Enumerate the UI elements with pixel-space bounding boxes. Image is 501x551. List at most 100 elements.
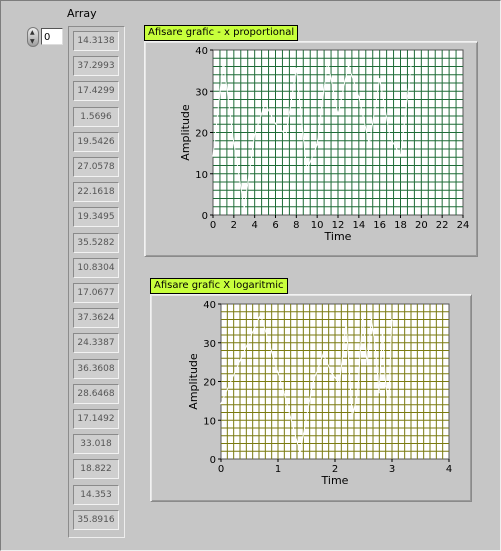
graph2-data-point — [378, 391, 380, 394]
increment-arrow-icon[interactable]: ▲ — [30, 30, 35, 36]
graph2-y-tick-label: 10 — [203, 416, 216, 427]
graph2-data-point — [345, 320, 348, 323]
graph2-panel: 0 1 2 3 4 0 10 20 30 40 Time Amplitude — [150, 294, 472, 502]
graph1-y-tick-label: 30 — [195, 87, 208, 98]
array-element[interactable]: 14.3138 — [73, 31, 119, 51]
graph2-chart: 0 1 2 3 4010203040TimeAmplitude — [187, 300, 452, 487]
array-element[interactable]: 1.5696 — [73, 106, 119, 127]
array-element[interactable]: 17.0677 — [73, 283, 119, 303]
graph2-data-point — [361, 313, 364, 316]
graph2-data-point — [351, 416, 354, 418]
graph1-x-tick-label: 18 — [394, 220, 407, 231]
graph2-data-point — [356, 392, 359, 394]
graph2-y-axis-label: Amplitude — [187, 353, 200, 410]
front-panel: Array ▲ ▼ 0 14.3138 37.2993 17.4299 1.5696 1… — [0, 0, 501, 551]
array-element[interactable]: 19.5426 — [73, 131, 119, 152]
array-element[interactable]: 35.5282 — [73, 232, 119, 253]
graph1-y-tick-label: 0 — [202, 211, 208, 222]
graph1-x-tick-label: 6 — [272, 220, 278, 231]
array-element[interactable]: 37.2993 — [73, 56, 119, 77]
graph2-x-tick-label: 1 — [275, 464, 281, 475]
array-element[interactable]: 10.8304 — [73, 257, 119, 278]
graph1-y-axis-label: Amplitude — [179, 104, 192, 161]
graph2-data-point — [390, 319, 393, 321]
graph2-data-point — [331, 372, 333, 374]
graph1-data-point — [316, 143, 318, 146]
graph1-x-tick-label: 2 — [231, 220, 237, 231]
graph1-x-tick-label: 10 — [311, 220, 324, 231]
array-element[interactable]: 36.3608 — [73, 358, 119, 379]
graph1-data-point — [410, 66, 412, 68]
graph1-x-tick-label: 22 — [436, 220, 449, 231]
graph2-data-point — [370, 317, 373, 319]
graph1-data-point — [337, 113, 339, 116]
array-element[interactable]: 37.3624 — [73, 308, 119, 329]
graph2-x-tick-label: 3 — [389, 464, 395, 475]
graph1-data-point — [274, 122, 277, 125]
graph1-chart: 0 2 4 6 8 10 12 14 16 18 20 22 24010203040TimeAmplit… — [179, 46, 470, 243]
graph2-data-point — [299, 452, 301, 454]
graph1-x-axis-label: Time — [324, 230, 352, 243]
array-element-list: 14.3138 37.2993 17.4299 1.5696 19.5426 27.057… — [68, 26, 125, 538]
graph1-data-point — [285, 134, 287, 136]
graph1-panel: 0 2 4 6 8 10 12 14 16 18 20 22 24 0 10 20 30 40 Time Amplit… — [144, 41, 478, 257]
graph2-y-tick-label: 40 — [203, 300, 216, 311]
graph2-title: Afisare grafic X logaritmic — [150, 278, 288, 294]
graph1-data-point — [305, 169, 308, 172]
graph2-data-point — [366, 363, 369, 366]
graph1-title: Afisare grafic - x proportional — [144, 25, 299, 41]
graph1-x-tick-label: 16 — [373, 220, 386, 231]
array-label: Array — [67, 7, 97, 20]
graph1-data-point — [399, 154, 402, 157]
graph2-data-point — [388, 402, 390, 405]
graph1-data-point — [295, 67, 298, 70]
graph2-data-point — [322, 353, 324, 355]
graph1-x-tick-label: 8 — [293, 220, 299, 231]
array-index-control[interactable]: ▲ ▼ 0 — [27, 27, 65, 47]
graph1-data-point — [347, 64, 350, 66]
graph1-data-point — [243, 207, 246, 210]
graph2-data-point — [220, 402, 222, 405]
graph1-y-tick-label: 40 — [195, 46, 208, 57]
graph1-data-point — [378, 78, 381, 80]
index-spinner[interactable]: ▲ ▼ — [27, 27, 39, 47]
array-element[interactable]: 19.3495 — [73, 207, 119, 228]
array-element[interactable]: 18.822 — [73, 459, 119, 480]
array-index-field[interactable]: 0 — [41, 28, 63, 45]
graph2-data-point — [374, 347, 377, 349]
graph2-x-tick-label: 4 — [446, 464, 452, 475]
graph2-x-tick-label: 0 — [218, 464, 224, 475]
array-element[interactable]: 17.4299 — [73, 81, 119, 102]
graph2-y-tick-label: 20 — [203, 378, 216, 389]
graph1-data-point — [368, 143, 371, 146]
array-element[interactable]: 27.0578 — [73, 157, 119, 177]
graph1-x-tick-label: 20 — [415, 220, 428, 231]
graph2-data-point — [259, 313, 262, 316]
array-element[interactable]: 17.1492 — [73, 409, 119, 429]
array-element[interactable]: 14.353 — [73, 484, 119, 505]
graph1-data-point — [222, 60, 225, 62]
array-element[interactable]: 28.6468 — [73, 383, 119, 404]
graph2-data-point — [338, 383, 341, 385]
decrement-arrow-icon[interactable]: ▼ — [30, 39, 35, 45]
graph2-y-tick-label: 30 — [203, 339, 216, 350]
graph1-data-point — [264, 102, 266, 105]
graph1-x-tick-label: 4 — [251, 220, 257, 231]
graph1-data-point — [389, 136, 391, 139]
graph1-x-tick-label: 24 — [457, 220, 470, 231]
array-element[interactable]: 24.3387 — [73, 333, 119, 354]
array-element[interactable]: 35.8916 — [73, 509, 119, 530]
graph1-y-tick-label: 20 — [195, 129, 208, 140]
array-element[interactable]: 33.018 — [73, 434, 119, 455]
graph2-y-tick-label: 0 — [210, 455, 216, 466]
graph1-data-point — [326, 60, 329, 62]
graph2-data-point — [311, 382, 314, 385]
array-element[interactable]: 22.1618 — [73, 182, 119, 203]
graph1-data-point — [233, 142, 235, 144]
graph1-data-point — [212, 155, 214, 157]
graph1-x-tick-label: 0 — [210, 220, 216, 231]
graph1-data-point — [253, 133, 256, 136]
graph2-data-point — [282, 390, 285, 393]
graph1-y-tick-label: 10 — [195, 170, 208, 181]
graph2-data-point — [384, 385, 387, 387]
